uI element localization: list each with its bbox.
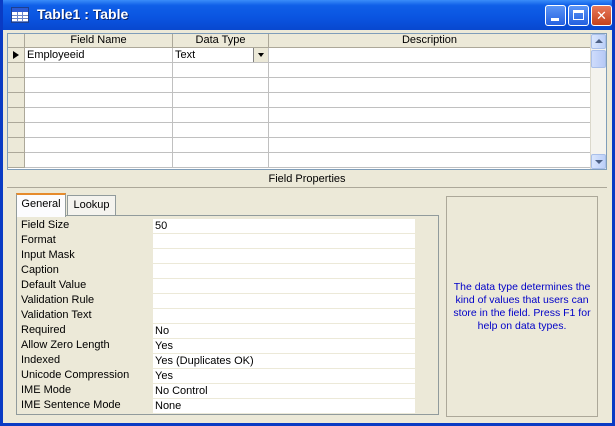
field-name-cell[interactable]: Employeeid: [25, 48, 173, 63]
property-value-field[interactable]: [153, 249, 415, 263]
field-name-cell[interactable]: [25, 123, 173, 138]
property-label: IME Sentence Mode: [21, 399, 121, 411]
field-properties-label: Field Properties: [268, 173, 346, 185]
field-name-cell[interactable]: [25, 108, 173, 123]
property-label: Validation Text: [21, 309, 92, 321]
tab-general[interactable]: General: [16, 193, 66, 217]
row-selector[interactable]: [8, 123, 25, 138]
field-name-cell[interactable]: [25, 93, 173, 108]
data-type-cell[interactable]: [173, 108, 269, 123]
description-cell[interactable]: [269, 123, 591, 138]
property-label: Validation Rule: [21, 294, 95, 306]
grid-vertical-scrollbar[interactable]: [590, 34, 606, 169]
column-header-data-type[interactable]: Data Type: [173, 34, 269, 48]
description-cell[interactable]: [269, 63, 591, 78]
property-value-field[interactable]: 50: [153, 219, 415, 233]
minimize-button[interactable]: [545, 5, 566, 26]
field-grid: Field Name Data Type Description Employe…: [7, 33, 607, 170]
data-type-cell[interactable]: [173, 93, 269, 108]
close-icon: ✕: [596, 8, 607, 23]
property-label: Required: [21, 324, 66, 336]
property-label: IME Mode: [21, 384, 72, 396]
description-cell[interactable]: [269, 153, 591, 168]
table-icon: [11, 7, 29, 23]
maximize-button[interactable]: [568, 5, 589, 26]
maximize-icon: [573, 10, 584, 20]
data-type-cell[interactable]: Text: [173, 48, 269, 63]
property-label: Input Mask: [21, 249, 75, 261]
row-selector[interactable]: [8, 63, 25, 78]
description-cell[interactable]: [269, 78, 591, 93]
close-button[interactable]: ✕: [591, 5, 612, 26]
data-type-cell[interactable]: [173, 63, 269, 78]
row-selector[interactable]: [8, 78, 25, 93]
property-value-field[interactable]: [153, 309, 415, 323]
description-cell[interactable]: [269, 138, 591, 153]
row-selector[interactable]: [8, 93, 25, 108]
description-cell[interactable]: [269, 108, 591, 123]
property-value-field[interactable]: Yes (Duplicates OK): [153, 354, 415, 368]
description-cell[interactable]: [269, 93, 591, 108]
property-label: Default Value: [21, 279, 87, 291]
help-text: The data type determines the kind of val…: [453, 281, 591, 332]
property-label: Allow Zero Length: [21, 339, 110, 351]
property-value-field[interactable]: None: [153, 399, 415, 413]
property-value-field[interactable]: [153, 279, 415, 293]
property-value-field[interactable]: Yes: [153, 369, 415, 383]
property-value-field[interactable]: No Control: [153, 384, 415, 398]
divider: [7, 187, 607, 188]
property-value-field[interactable]: Yes: [153, 339, 415, 353]
row-selector[interactable]: [8, 138, 25, 153]
help-pane: The data type determines the kind of val…: [446, 196, 598, 417]
property-label: Indexed: [21, 354, 61, 366]
data-type-cell[interactable]: [173, 153, 269, 168]
row-selector[interactable]: [8, 153, 25, 168]
scroll-thumb[interactable]: [591, 50, 606, 68]
grid-corner[interactable]: [8, 34, 25, 48]
field-name-cell[interactable]: [25, 153, 173, 168]
property-label: Field Size: [21, 219, 70, 231]
column-header-description[interactable]: Description: [269, 34, 591, 48]
minimize-icon: [551, 18, 559, 21]
data-type-cell[interactable]: [173, 78, 269, 93]
row-selector[interactable]: [8, 108, 25, 123]
dropdown-arrow-icon[interactable]: [253, 48, 268, 62]
field-name-cell[interactable]: [25, 78, 173, 93]
row-pointer-icon: [13, 51, 19, 59]
description-cell[interactable]: [269, 48, 591, 63]
data-type-value: Text: [175, 49, 196, 61]
column-header-field-name[interactable]: Field Name: [25, 34, 173, 48]
property-label: Format: [21, 234, 56, 246]
property-value-field[interactable]: [153, 234, 415, 248]
window-title: Table1 : Table: [37, 6, 129, 22]
data-type-cell[interactable]: [173, 138, 269, 153]
property-label: Caption: [21, 264, 59, 276]
field-name-cell[interactable]: [25, 63, 173, 78]
property-label: Unicode Compression: [21, 369, 130, 381]
property-value-field[interactable]: [153, 294, 415, 308]
scroll-up-icon[interactable]: [591, 34, 606, 49]
row-selector[interactable]: [8, 48, 25, 63]
title-bar[interactable]: Table1 : Table ✕: [3, 0, 612, 30]
property-value-field[interactable]: No: [153, 324, 415, 338]
scroll-down-icon[interactable]: [591, 154, 606, 169]
field-name-cell[interactable]: [25, 138, 173, 153]
property-value-field[interactable]: [153, 264, 415, 278]
data-type-cell[interactable]: [173, 123, 269, 138]
tab-lookup[interactable]: Lookup: [67, 195, 116, 215]
